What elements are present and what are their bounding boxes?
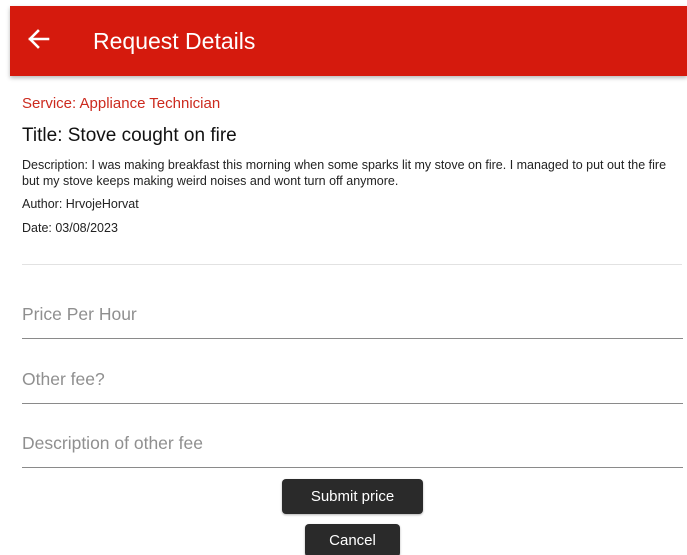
request-date: Date: 03/08/2023 xyxy=(22,221,118,235)
request-title: Title: Stove cought on fire xyxy=(22,125,237,146)
submit-price-button[interactable]: Submit price xyxy=(282,479,423,514)
divider xyxy=(22,264,682,265)
request-description: Description: I was making breakfast this… xyxy=(22,158,667,188)
request-details-screen: Request Details Service: Appliance Techn… xyxy=(0,0,687,555)
request-author: Author: HrvojeHorvat xyxy=(22,197,139,211)
service-label: Service: Appliance Technician xyxy=(22,95,221,112)
page-title: Request Details xyxy=(93,28,256,54)
arrow-left-icon xyxy=(28,29,50,49)
price-per-hour-input[interactable] xyxy=(22,291,683,339)
cancel-button[interactable]: Cancel xyxy=(305,524,400,555)
request-details: Service: Appliance Technician Title: Sto… xyxy=(22,94,682,236)
other-fee-description-input[interactable] xyxy=(22,420,683,468)
other-fee-input[interactable] xyxy=(22,356,683,404)
back-button[interactable] xyxy=(24,24,54,54)
app-bar: Request Details xyxy=(10,6,687,76)
